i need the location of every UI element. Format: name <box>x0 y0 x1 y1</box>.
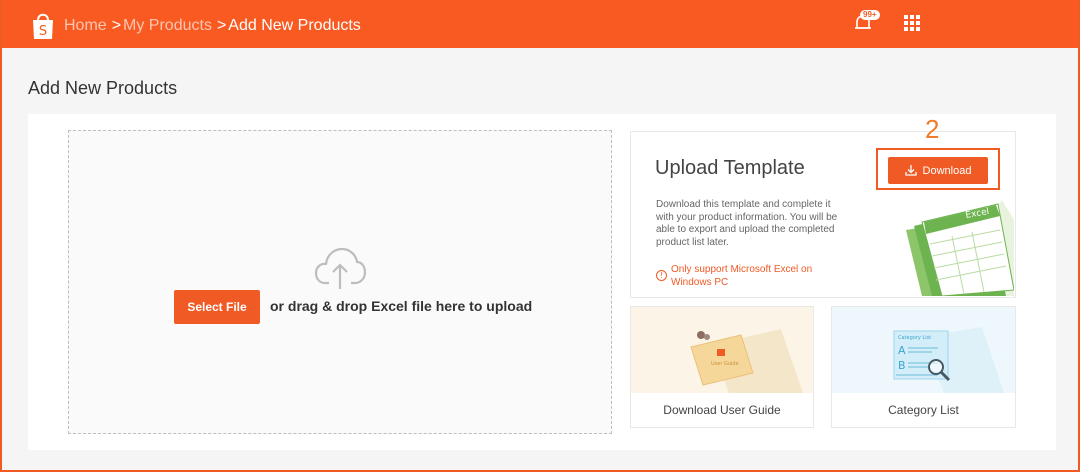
drop-instruction-text: or drag & drop Excel file here to upload <box>270 298 533 314</box>
download-icon <box>904 165 917 176</box>
user-guide-art-label: User Guide <box>711 361 739 367</box>
step-number-annotation: 2 <box>925 114 940 144</box>
breadcrumb-my-products-link[interactable]: My Products <box>123 17 212 34</box>
warning-icon: ! <box>656 270 667 281</box>
select-file-button[interactable]: Select File <box>174 290 260 324</box>
category-list-art-label: Category List <box>898 335 931 341</box>
breadcrumb-current: Add New Products <box>228 17 361 34</box>
breadcrumb: Home > My Products > Add New Products <box>64 17 361 34</box>
excel-support-warning: Only support Microsoft Excel on Windows … <box>671 264 813 288</box>
download-user-guide-label: Download User Guide <box>663 403 781 417</box>
download-button-label: Download <box>922 164 972 177</box>
cloud-upload-icon <box>314 247 366 289</box>
breadcrumb-home-link[interactable]: Home <box>64 17 107 34</box>
svg-text:A: A <box>898 344 906 357</box>
notification-count-badge: 99+ <box>860 10 880 20</box>
excel-sheet-illustration-icon: Excel <box>906 200 1014 296</box>
svg-text:S: S <box>39 24 47 39</box>
download-user-guide-card[interactable]: User Guide Download User Guide <box>630 306 814 428</box>
category-list-card[interactable]: Category List A B Category List <box>831 306 1016 428</box>
svg-text:B: B <box>898 359 906 372</box>
category-list-illustration-icon: Category List A B <box>832 307 1015 393</box>
shop-bag-logo-icon[interactable]: S <box>30 12 56 40</box>
upload-template-description: Download this template and complete it w… <box>656 199 838 248</box>
page-title: Add New Products <box>28 78 178 98</box>
download-template-button[interactable]: Download <box>888 157 988 184</box>
category-list-label: Category List <box>888 403 959 417</box>
user-guide-illustration-icon: User Guide <box>631 307 813 393</box>
top-navigation-bar: S Home > My Products > Add New Products 99+ <box>0 0 1080 48</box>
upload-template-title: Upload Template <box>655 157 805 179</box>
apps-grid-icon[interactable] <box>904 15 920 31</box>
